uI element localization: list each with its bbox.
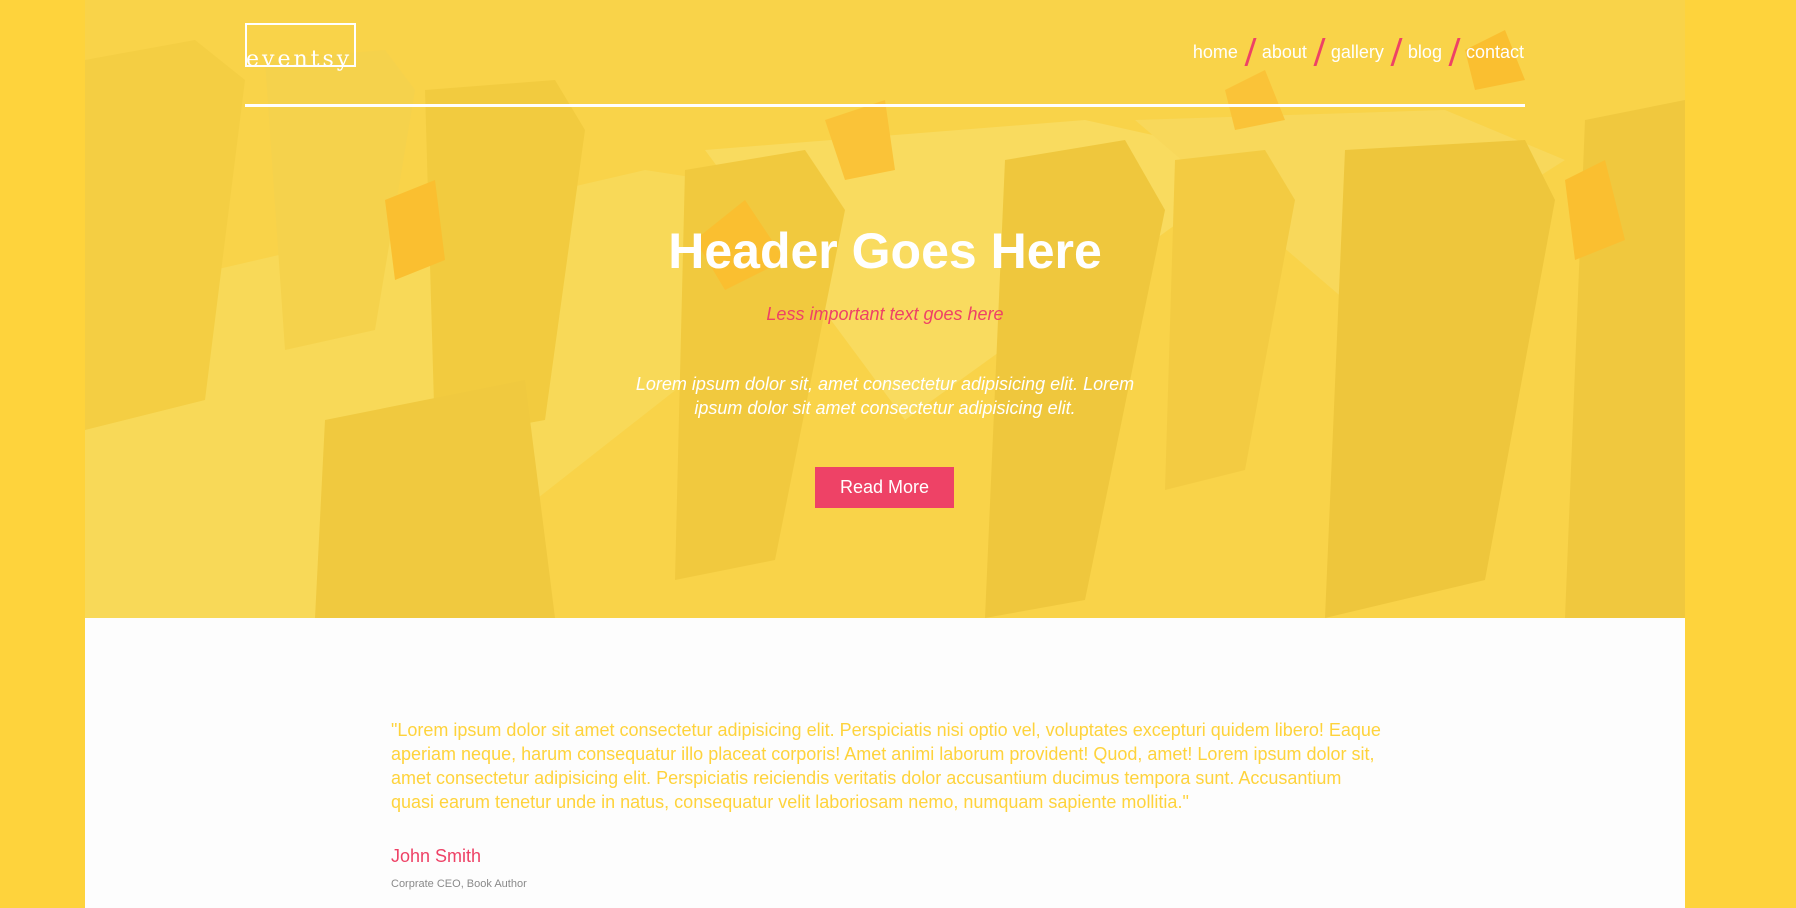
hero-text: Lorem ipsum dolor sit, amet consectetur … <box>635 374 1135 418</box>
nav-blog[interactable]: blog <box>1408 42 1442 63</box>
nav-gallery[interactable]: gallery <box>1331 42 1384 63</box>
nav-about[interactable]: about <box>1262 42 1307 63</box>
nav-separator <box>1390 38 1403 66</box>
nav-divider <box>245 104 1525 107</box>
hero-title: Header Goes Here <box>668 223 1102 279</box>
hero-section: eventsy home about gallery blog contact … <box>85 0 1685 618</box>
logo-text: eventsy <box>246 47 353 72</box>
nav-separator <box>1244 38 1257 66</box>
nav-contact[interactable]: contact <box>1466 42 1524 63</box>
testimonial-author-name: John Smith <box>391 846 482 866</box>
nav-separator <box>1313 38 1326 66</box>
main-nav: home about gallery blog contact <box>1193 38 1524 66</box>
nav-separator <box>1448 38 1461 66</box>
testimonial-quote: "Lorem ipsum dolor sit amet consectetur … <box>391 720 1381 812</box>
page: eventsy home about gallery blog contact … <box>85 0 1685 908</box>
read-more-button[interactable]: Read More <box>815 467 954 508</box>
hero-subtitle: Less important text goes here <box>766 304 1004 324</box>
logo[interactable]: eventsy <box>245 23 356 72</box>
testimonial-author-role: Corprate CEO, Book Author <box>391 878 527 890</box>
nav-home[interactable]: home <box>1193 42 1238 63</box>
